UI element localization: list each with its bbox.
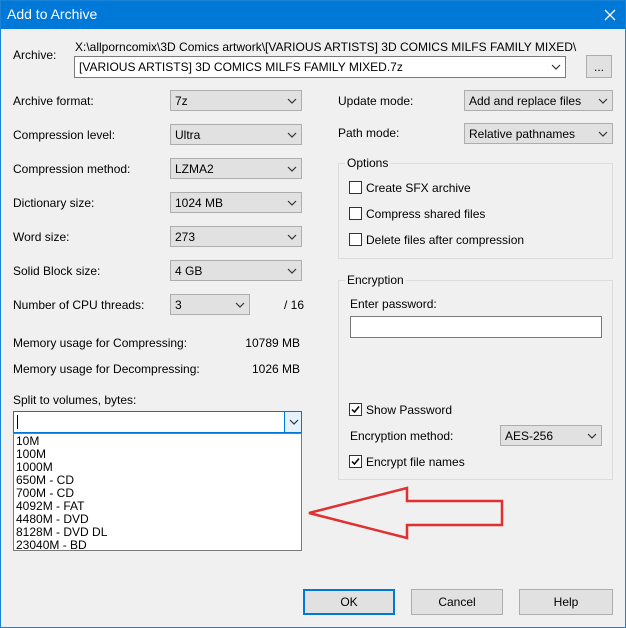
delete-after-checkbox[interactable] bbox=[349, 233, 362, 246]
split-volumes-label: Split to volumes, bytes: bbox=[13, 393, 137, 407]
compress-shared-label: Compress shared files bbox=[366, 207, 486, 221]
create-sfx-checkbox[interactable] bbox=[349, 181, 362, 194]
encryption-method-value: AES-256 bbox=[505, 429, 554, 443]
chevron-down-icon bbox=[587, 433, 597, 439]
cpu-threads-max: / 16 bbox=[284, 298, 305, 312]
split-volumes-dropdown-list[interactable]: 10M 100M 1000M 650M - CD 700M - CD 4092M - FA… bbox=[13, 433, 302, 552]
compression-level-value: Ultra bbox=[175, 128, 201, 142]
encrypt-names-label: Encrypt file names bbox=[366, 455, 465, 469]
annotation-arrow-icon bbox=[308, 486, 504, 540]
chevron-down-icon bbox=[287, 98, 297, 104]
update-mode-select[interactable]: Add and replace files bbox=[464, 90, 613, 111]
dictionary-size-label: Dictionary size: bbox=[13, 196, 95, 210]
archive-filename-value: [VARIOUS ARTISTS] 3D COMICS MILFS FAMILY… bbox=[79, 60, 403, 74]
chevron-down-icon bbox=[235, 302, 245, 308]
update-mode-value: Add and replace files bbox=[469, 94, 582, 108]
compression-method-label: Compression method: bbox=[13, 162, 131, 176]
ok-button[interactable]: OK bbox=[303, 589, 395, 615]
archive-label: Archive: bbox=[13, 48, 57, 62]
checkmark-icon bbox=[351, 406, 360, 414]
text-cursor bbox=[17, 415, 18, 429]
show-password-label: Show Password bbox=[366, 403, 453, 417]
create-sfx-label: Create SFX archive bbox=[366, 181, 471, 195]
cpu-threads-value: 3 bbox=[175, 298, 182, 312]
word-size-label: Word size: bbox=[13, 230, 70, 244]
chevron-down-icon bbox=[287, 200, 297, 206]
split-option[interactable]: 23040M - BD bbox=[14, 539, 301, 552]
path-mode-value: Relative pathnames bbox=[469, 127, 576, 141]
solid-block-size-select[interactable]: 4 GB bbox=[170, 260, 302, 281]
archive-format-label: Archive format: bbox=[13, 94, 94, 108]
archive-format-value: 7z bbox=[175, 94, 188, 108]
encryption-group-title: Encryption bbox=[345, 273, 406, 287]
window-title: Add to Archive bbox=[7, 6, 98, 22]
cpu-threads-label: Number of CPU threads: bbox=[13, 298, 145, 312]
chevron-down-icon bbox=[287, 268, 297, 274]
dictionary-size-value: 1024 MB bbox=[175, 196, 224, 210]
cancel-button[interactable]: Cancel bbox=[411, 589, 503, 615]
browse-button[interactable]: ... bbox=[586, 55, 612, 78]
split-option[interactable]: 10M bbox=[14, 435, 301, 448]
options-group-title: Options bbox=[345, 156, 391, 170]
split-volumes-combo[interactable] bbox=[13, 411, 302, 433]
ok-button-label: OK bbox=[340, 595, 358, 609]
compression-method-select[interactable]: LZMA2 bbox=[170, 158, 302, 179]
path-mode-select[interactable]: Relative pathnames bbox=[464, 123, 613, 144]
split-option[interactable]: 100M bbox=[14, 448, 301, 461]
encrypt-names-checkbox[interactable] bbox=[349, 455, 362, 468]
title-bar: Add to Archive bbox=[1, 1, 625, 29]
archive-format-select[interactable]: 7z bbox=[170, 90, 302, 111]
compression-level-label: Compression level: bbox=[13, 128, 116, 142]
dictionary-size-select[interactable]: 1024 MB bbox=[170, 192, 302, 213]
update-mode-label: Update mode: bbox=[338, 94, 414, 108]
help-button-label: Help bbox=[553, 595, 579, 609]
path-mode-label: Path mode: bbox=[338, 126, 400, 140]
chevron-down-icon bbox=[287, 166, 297, 172]
chevron-down-icon bbox=[598, 98, 608, 104]
word-size-select[interactable]: 273 bbox=[170, 226, 302, 247]
chevron-down-icon bbox=[287, 234, 297, 240]
solid-block-size-label: Solid Block size: bbox=[13, 264, 101, 278]
word-size-value: 273 bbox=[175, 230, 196, 244]
split-dropdown-button[interactable] bbox=[284, 412, 301, 432]
close-icon[interactable] bbox=[595, 1, 625, 29]
mem-compress-value: 10789 MB bbox=[245, 336, 300, 350]
add-to-archive-dialog: Add to Archive Archive: X:\allporncomix\… bbox=[0, 0, 626, 628]
chevron-down-icon bbox=[551, 64, 561, 70]
browse-button-label: ... bbox=[593, 59, 604, 74]
compression-method-value: LZMA2 bbox=[175, 162, 214, 176]
mem-decompress-label: Memory usage for Decompressing: bbox=[13, 362, 200, 376]
solid-block-size-value: 4 GB bbox=[175, 264, 203, 278]
enter-password-label: Enter password: bbox=[350, 297, 437, 311]
compression-level-select[interactable]: Ultra bbox=[170, 124, 302, 145]
password-input[interactable] bbox=[350, 316, 602, 338]
show-password-checkbox[interactable] bbox=[349, 403, 362, 416]
encryption-method-label: Encryption method: bbox=[350, 429, 454, 443]
compress-shared-checkbox[interactable] bbox=[349, 207, 362, 220]
mem-compress-label: Memory usage for Compressing: bbox=[13, 336, 188, 350]
cancel-button-label: Cancel bbox=[438, 595, 476, 609]
archive-path: X:\allporncomix\3D Comics artwork\[VARIO… bbox=[75, 40, 577, 54]
delete-after-label: Delete files after compression bbox=[366, 233, 525, 247]
encryption-method-select[interactable]: AES-256 bbox=[500, 425, 602, 446]
chevron-down-icon bbox=[287, 132, 297, 138]
cpu-threads-select[interactable]: 3 bbox=[170, 294, 250, 315]
mem-decompress-value: 1026 MB bbox=[251, 362, 300, 376]
chevron-down-icon bbox=[598, 131, 608, 137]
archive-filename-combo[interactable]: [VARIOUS ARTISTS] 3D COMICS MILFS FAMILY… bbox=[74, 56, 566, 78]
help-button[interactable]: Help bbox=[519, 589, 613, 615]
chevron-down-icon bbox=[289, 419, 299, 425]
checkmark-icon bbox=[351, 458, 360, 466]
